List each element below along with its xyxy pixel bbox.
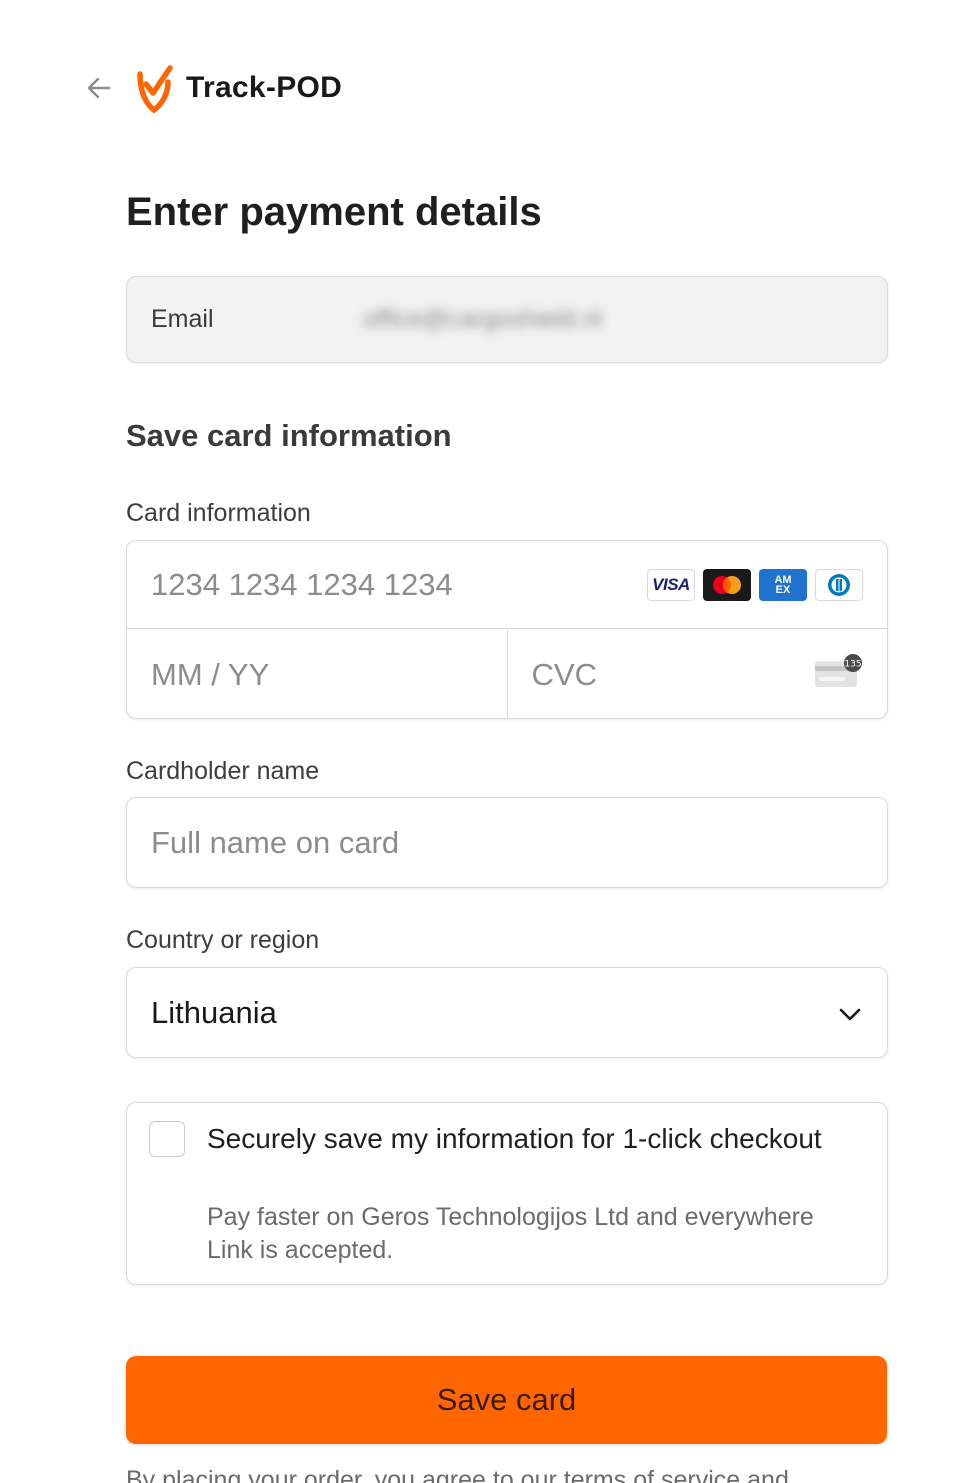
expiry-input[interactable]: MM / YY (127, 629, 507, 718)
expiry-placeholder: MM / YY (151, 656, 270, 692)
save-info-description: Pay faster on Geros Technologijos Ltd an… (207, 1203, 814, 1264)
card-number-input[interactable]: 1234 1234 1234 1234 VISA AM EX (127, 541, 887, 629)
header: Track-POD (84, 60, 342, 116)
amex-icon: AM EX (759, 569, 807, 601)
cardholder-name-input[interactable]: Full name on card (126, 797, 888, 888)
payment-page: Track-POD Enter payment details Email of… (0, 0, 962, 1483)
brand-name: Track-POD (186, 71, 343, 104)
track-pod-logo[interactable]: Track-POD (134, 62, 342, 114)
checkmark-shield-logo-icon (137, 65, 173, 114)
save-info-title: Securely save my information for 1-click… (207, 1123, 822, 1154)
cardholder-name-placeholder: Full name on card (151, 824, 400, 860)
card-number-placeholder: 1234 1234 1234 1234 (151, 566, 453, 602)
credit-card-cvc-icon: 135 (815, 654, 862, 687)
mastercard-icon (703, 569, 751, 601)
save-info-checkbox[interactable] (149, 1121, 185, 1157)
country-value: Lithuania (151, 994, 277, 1030)
cvc-placeholder: CVC (531, 656, 597, 692)
section-title: Save card information (126, 418, 452, 453)
email-row: Email office@cargoshield.nl (126, 276, 888, 363)
country-label: Country or region (126, 926, 320, 954)
save-card-button[interactable]: Save card (126, 1356, 887, 1444)
card-details-row: MM / YY CVC 135 (127, 629, 888, 718)
country-select[interactable]: Lithuania (126, 967, 888, 1058)
arrow-left-icon (87, 77, 111, 99)
email-label: Email (151, 305, 214, 333)
page-title: Enter payment details (126, 190, 542, 234)
diners-club-icon (815, 569, 863, 601)
link-save-info-box: Securely save my information for 1-click… (126, 1102, 888, 1285)
terms-text: By placing your order, you agree to our … (126, 1466, 789, 1483)
card-information-label: Card information (126, 499, 311, 527)
card-information-group: 1234 1234 1234 1234 VISA AM EX MM / YY C… (126, 540, 888, 719)
svg-text:135: 135 (844, 660, 861, 670)
back-button[interactable] (84, 73, 114, 103)
card-brand-icons: VISA AM EX (647, 569, 863, 601)
cvc-input[interactable]: CVC 135 (506, 629, 888, 718)
email-value: office@cargoshield.nl (363, 305, 602, 333)
visa-icon: VISA (647, 569, 695, 601)
cardholder-name-label: Cardholder name (126, 757, 320, 785)
chevron-down-icon (839, 1008, 861, 1021)
